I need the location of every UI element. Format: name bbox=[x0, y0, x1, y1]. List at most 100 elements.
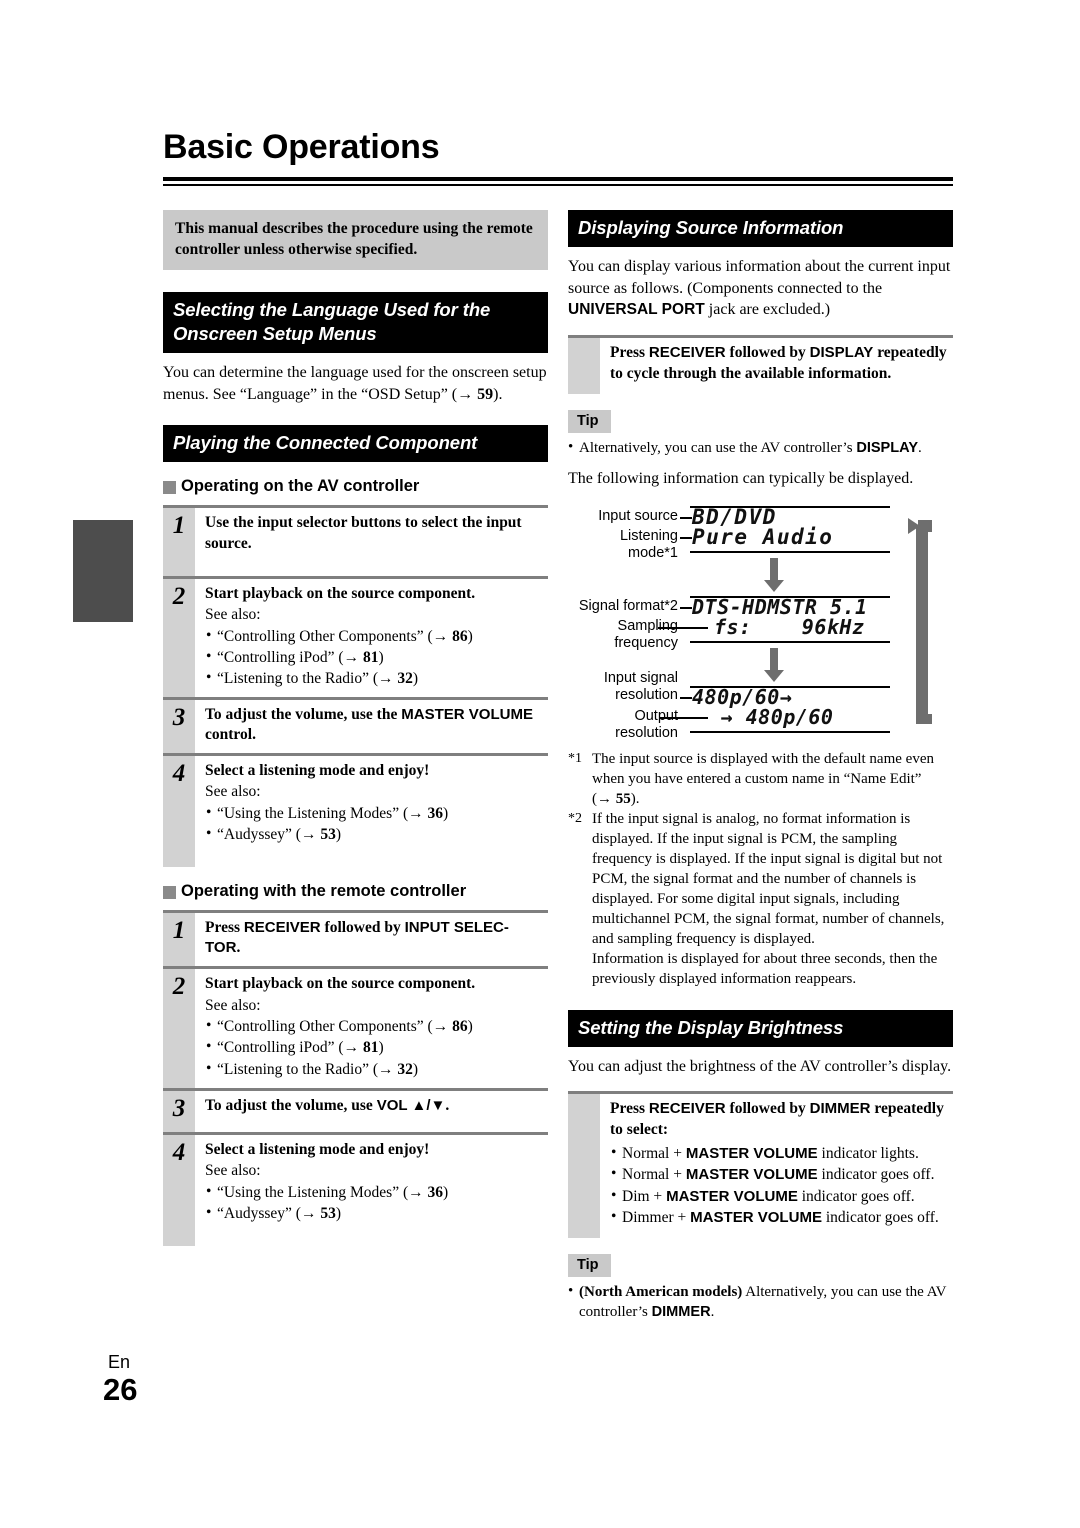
list-item: “Listening to the Radio” (→ 32) bbox=[205, 1057, 546, 1080]
remote-controller-steps: 1 Press RECEIVER followed by INPUT SELEC… bbox=[163, 910, 548, 1246]
subheading-operating-av-controller: Operating on the AV controller bbox=[163, 477, 548, 496]
footnote-extra-text: Information is displayed for about three… bbox=[592, 950, 938, 987]
step-title: Press RECEIVER followed by INPUT SELEC- T… bbox=[205, 919, 509, 957]
see-also-list: “Using the Listening Modes” (→ 36) “Audy… bbox=[205, 802, 546, 845]
list-item: “Audyssey” (→ 53) bbox=[205, 823, 546, 845]
leader-line bbox=[658, 626, 708, 629]
see-also-label: See also: bbox=[205, 1161, 261, 1179]
footnote-mark-spacer bbox=[568, 950, 592, 990]
av-controller-steps: 1 Use the input selector buttons to sele… bbox=[163, 505, 548, 868]
see-also-label: See also: bbox=[205, 605, 261, 623]
step-item: 3 To adjust the volume, use VOL ▲/▼. bbox=[163, 1087, 548, 1132]
footnote-extra: Information is displayed for about three… bbox=[568, 950, 953, 990]
footnote: *1 The input source is displayed with th… bbox=[568, 750, 953, 811]
step-title: Select a listening mode and enjoy! bbox=[205, 762, 430, 780]
heading-playing-connected-component: Playing the Connected Component bbox=[163, 425, 548, 463]
step-number: 4 bbox=[163, 1134, 195, 1246]
left-column: This manual describes the procedure usin… bbox=[163, 210, 548, 1246]
instruction-dimmer: Press RECEIVER followed by DIMMER repeat… bbox=[568, 1091, 953, 1239]
list-item: Normal + MASTER VOLUME indicator goes of… bbox=[610, 1163, 951, 1185]
step-item: 1 Press RECEIVER followed by INPUT SELEC… bbox=[163, 910, 548, 967]
footnote-text: The input source is displayed with the d… bbox=[592, 750, 934, 808]
step-title: Start playback on the source component. bbox=[205, 584, 476, 602]
see-also-list: “Using the Listening Modes” (→ 36) “Audy… bbox=[205, 1181, 546, 1224]
step-number: 4 bbox=[163, 756, 195, 868]
list-item: Dim + MASTER VOLUME indicator goes off. bbox=[610, 1184, 951, 1207]
language-section-body: You can determine the language used for … bbox=[163, 364, 547, 403]
list-item: “Audyssey” (→ 53) bbox=[205, 1202, 546, 1224]
tip-text: (North American models) Alternatively, y… bbox=[568, 1282, 953, 1323]
instruction-stub bbox=[568, 1094, 600, 1239]
screen-line: Pure Audio bbox=[692, 524, 834, 549]
list-item: “Controlling Other Components” (→ 86) bbox=[205, 1015, 546, 1037]
step-number: 1 bbox=[163, 913, 195, 967]
heading-selecting-language: Selecting the Language Used for the Onsc… bbox=[163, 292, 548, 354]
label-listening-mode: Listening mode*1 bbox=[619, 527, 678, 561]
loop-back-arrow-icon bbox=[908, 517, 932, 724]
instruction-stub bbox=[568, 337, 600, 395]
footer-language-code: En bbox=[108, 1352, 131, 1372]
leader-line bbox=[660, 716, 708, 719]
page-title: Basic Operations bbox=[163, 128, 440, 166]
title-rule-thin bbox=[163, 184, 953, 186]
manual-page: Basic Operations This manual describes t… bbox=[0, 0, 1080, 1528]
heading-setting-display-brightness: Setting the Display Brightness bbox=[568, 1009, 953, 1047]
label-input-resolution: Input signal resolution bbox=[603, 669, 678, 703]
tip-text: Alternatively, you can use the AV contro… bbox=[568, 438, 953, 459]
list-item: “Controlling iPod” (→ 81) bbox=[205, 646, 546, 668]
label-sampling-frequency: Sampling frequency bbox=[614, 617, 678, 651]
step-title: Start playback on the source component. bbox=[205, 975, 476, 993]
square-bullet-icon bbox=[163, 886, 176, 900]
instruction-text: Press RECEIVER followed by DIMMER repeat… bbox=[600, 1094, 953, 1238]
list-item: “Using the Listening Modes” (→ 36) bbox=[205, 802, 546, 824]
step-item: 4 Select a listening mode and enjoy! See… bbox=[163, 1131, 548, 1246]
step-title: To adjust the volume, use VOL ▲/▼. bbox=[205, 1096, 450, 1114]
screen-bottom-rule bbox=[690, 730, 890, 733]
list-item: Normal + MASTER VOLUME indicator lights. bbox=[610, 1142, 951, 1164]
leader-line bbox=[680, 536, 692, 539]
step-number: 1 bbox=[163, 508, 195, 576]
see-also-label: See also: bbox=[205, 996, 261, 1014]
footnote: *2 If the input signal is analog, no for… bbox=[568, 810, 953, 950]
diagram-intro: The following information can typically … bbox=[568, 470, 914, 488]
step-title: Select a listening mode and enjoy! bbox=[205, 1140, 430, 1158]
see-also-list: “Controlling Other Components” (→ 86) “C… bbox=[205, 1015, 546, 1080]
source-info-diagram: Input source BD/DVD Listening mode*1 Pur… bbox=[568, 500, 953, 741]
step-number: 2 bbox=[163, 969, 195, 1088]
manual-note-box: This manual describes the procedure usin… bbox=[163, 210, 548, 271]
chapter-thumb-tab bbox=[73, 520, 133, 622]
screen-line: fs: 96kHz bbox=[714, 614, 865, 639]
down-arrow-icon bbox=[764, 557, 784, 592]
source-info-body: You can display various information abou… bbox=[568, 258, 951, 319]
tip-label: Tip bbox=[568, 410, 612, 434]
step-item: 1 Use the input selector buttons to sele… bbox=[163, 505, 548, 576]
leader-line bbox=[680, 606, 692, 609]
tip-label: Tip bbox=[568, 1254, 612, 1278]
screen-bottom-rule bbox=[690, 640, 890, 643]
step-title: Use the input selector buttons to select… bbox=[205, 514, 522, 552]
heading-displaying-source-information: Displaying Source Information bbox=[568, 210, 953, 248]
step-item: 2 Start playback on the source component… bbox=[163, 575, 548, 697]
step-item: 2 Start playback on the source component… bbox=[163, 966, 548, 1088]
list-item: Dimmer + MASTER VOLUME indicator goes of… bbox=[610, 1206, 951, 1228]
leader-line bbox=[680, 696, 692, 699]
step-title: To adjust the volume, use the MASTER VOL… bbox=[205, 705, 534, 743]
instruction-text: Press RECEIVER followed by DISPLAY repea… bbox=[610, 343, 947, 382]
step-number: 2 bbox=[163, 578, 195, 697]
label-signal-format: Signal format*2 bbox=[578, 597, 678, 614]
label-output-resolution: Output resolution bbox=[615, 707, 678, 741]
step-number: 3 bbox=[163, 699, 195, 754]
see-also-label: See also: bbox=[205, 783, 261, 801]
footnote-text: If the input signal is analog, no format… bbox=[592, 811, 945, 948]
instruction-display-cycle: Press RECEIVER followed by DISPLAY repea… bbox=[568, 334, 953, 395]
brightness-body: You can adjust the brightness of the AV … bbox=[568, 1057, 952, 1075]
footnote-mark: *2 bbox=[568, 811, 582, 827]
list-item: “Using the Listening Modes” (→ 36) bbox=[205, 1181, 546, 1203]
title-rule-thick bbox=[163, 177, 953, 181]
subheading-operating-remote-controller: Operating with the remote controller bbox=[163, 882, 548, 901]
footnote-mark: *1 bbox=[568, 750, 582, 766]
leader-line bbox=[680, 516, 692, 519]
footer-page-number: 26 bbox=[103, 1372, 138, 1407]
list-item: “Controlling Other Components” (→ 86) bbox=[205, 625, 546, 647]
list-item: “Listening to the Radio” (→ 32) bbox=[205, 667, 546, 689]
